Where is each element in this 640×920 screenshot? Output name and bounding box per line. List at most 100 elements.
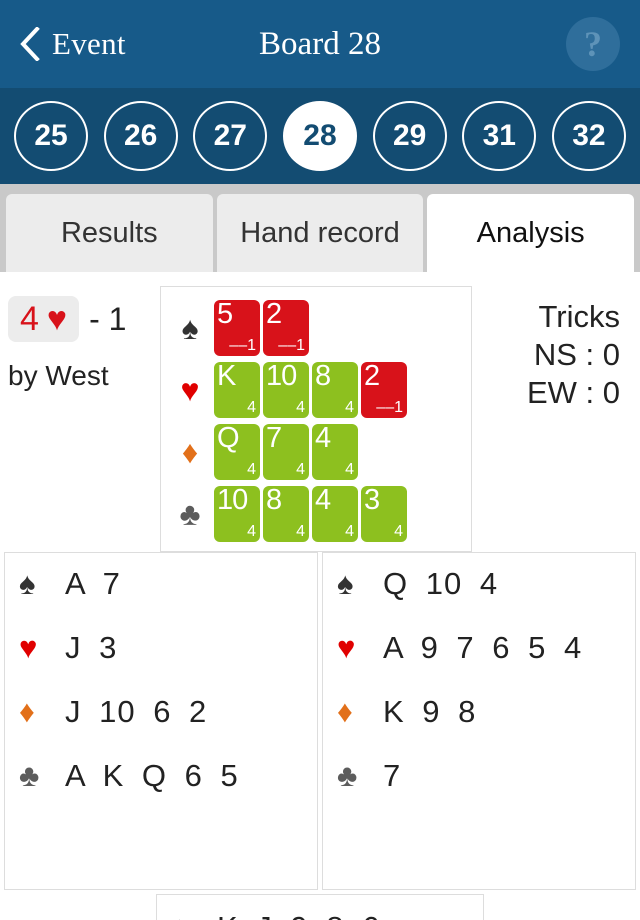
- card-trick-badge: 4: [247, 399, 256, 416]
- play-card[interactable]: 10 4: [214, 484, 260, 542]
- card-row-hearts: ♥ K 4 10 4 8 4 2 ––1: [169, 359, 463, 421]
- diamonds-icon: ♦: [181, 434, 199, 470]
- play-card[interactable]: 74: [263, 422, 309, 480]
- tab-hand-record[interactable]: Hand record: [216, 194, 424, 272]
- card-trick-badge: 4: [345, 461, 354, 478]
- card-rank: 4: [315, 422, 331, 454]
- hand-row-hearts: ♥ J 3: [19, 629, 307, 693]
- spades-icon: ♠: [181, 310, 199, 346]
- play-card[interactable]: 84: [312, 360, 358, 418]
- card-rank: 3: [364, 484, 380, 516]
- help-circle-icon[interactable]: ?: [566, 17, 620, 71]
- card-row-spades: ♠ 5 ––1 2 ––1: [169, 297, 463, 359]
- spades-icon: ♠: [337, 566, 354, 601]
- hearts-icon: ♥: [180, 372, 200, 408]
- hearts-icon: ♥: [46, 300, 68, 338]
- play-card[interactable]: K4: [214, 360, 260, 418]
- card-rank: Q: [217, 422, 240, 454]
- card-rank: 10: [217, 484, 248, 516]
- board-chip-29[interactable]: 29: [372, 101, 447, 171]
- analysis-summary-row: 4 ♥ - 1 by West ♠ 5 ––1 2 ––1 ♥ K 4 10 4 8 4 2 ––1 ♦ Q 4…: [0, 272, 640, 552]
- hearts-icon: ♥: [337, 630, 356, 665]
- diamonds-icon: ♦: [337, 694, 353, 729]
- clubs-icon: ♣: [179, 496, 201, 532]
- card-trick-badge: ––1: [229, 337, 256, 354]
- hand-card-list: 7: [383, 758, 402, 793]
- board-chip-27[interactable]: 27: [193, 101, 268, 171]
- play-card[interactable]: 5 ––1: [214, 298, 260, 356]
- spades-icon: ♠: [171, 909, 205, 920]
- hand-card-list: A 9 7 6 5 4: [383, 630, 583, 665]
- clubs-icon: ♣: [19, 758, 40, 793]
- play-card[interactable]: 2 ––1: [361, 360, 407, 418]
- spades-icon: ♠: [19, 566, 36, 601]
- card-row-diamonds: ♦ Q 4 7 4 4 4: [169, 421, 463, 483]
- chevron-left-icon: [20, 27, 40, 61]
- board-selector: 25 26 27 28 29 31 32: [0, 88, 640, 184]
- play-card[interactable]: 34: [361, 484, 407, 542]
- tricks-ns-value: NS : 0: [533, 336, 620, 372]
- tab-bar: Results Hand record Analysis: [0, 184, 640, 272]
- hand-row-diamonds: ♦ K 9 8: [337, 693, 625, 757]
- card-trick-badge: 4: [296, 461, 305, 478]
- diamonds-icon: ♦: [19, 694, 35, 729]
- play-card[interactable]: 10 4: [263, 360, 309, 418]
- hands-area: ♠ A 7 ♥ J 3 ♦ J 10 6 2 ♣ A K Q 6 5 ♠ Q 10 4 ♥ A 9 …: [0, 552, 640, 920]
- contract-chip[interactable]: 4 ♥: [8, 296, 80, 342]
- contract-result: - 1: [89, 300, 127, 337]
- card-trick-badge: 4: [247, 523, 256, 540]
- card-trick-badge: 4: [296, 523, 305, 540]
- hand-panel-south[interactable]: ♠ K J 9 8 6: [156, 894, 484, 920]
- card-rank: 10: [266, 360, 297, 392]
- hand-row-clubs: ♣ A K Q 6 5: [19, 757, 307, 821]
- hands-top-row: ♠ A 7 ♥ J 3 ♦ J 10 6 2 ♣ A K Q 6 5 ♠ Q 10 4 ♥ A 9 …: [0, 552, 640, 890]
- tricks-title: Tricks: [538, 299, 621, 334]
- tricks-block: Tricks NS : 0 EW : 0: [472, 286, 632, 411]
- board-chip-25[interactable]: 25: [14, 101, 88, 171]
- play-card[interactable]: 2 ––1: [263, 298, 309, 356]
- hand-card-list: K J 9 8 6: [217, 909, 380, 920]
- hand-row-hearts: ♥ A 9 7 6 5 4: [337, 629, 625, 693]
- hand-row-spades: ♠ Q 10 4: [337, 565, 625, 629]
- play-card[interactable]: 84: [263, 485, 309, 542]
- hand-card-list: K 9 8: [383, 694, 477, 729]
- play-card[interactable]: 44: [312, 422, 358, 480]
- analysis-card-grid: ♠ 5 ––1 2 ––1 ♥ K 4 10 4 8 4 2 ––1 ♦ Q 4 7 4 4 4 ♣ 10 4 8 4 4 4 3 4: [160, 286, 472, 552]
- hand-row-diamonds: ♦ J 10 6 2: [19, 693, 307, 757]
- contract-block: 4 ♥ - 1 by West: [8, 286, 160, 392]
- help-glyph: ?: [584, 24, 602, 64]
- hand-card-list: J 3: [65, 630, 118, 665]
- board-chip-32[interactable]: 32: [551, 101, 626, 171]
- hand-row-spades: ♠ A 7: [19, 565, 307, 629]
- card-trick-badge: 4: [247, 461, 256, 478]
- hearts-icon: ♥: [19, 630, 38, 665]
- board-chip-31[interactable]: 31: [462, 101, 537, 171]
- board-chip-28[interactable]: 28: [282, 101, 357, 171]
- card-rank: 5: [217, 298, 233, 330]
- card-rank: 7: [266, 422, 282, 454]
- card-rank: 2: [364, 360, 380, 392]
- app-header: Event Board 28 ?: [0, 0, 640, 88]
- card-trick-badge: ––1: [376, 399, 403, 416]
- hand-card-list: A 7: [65, 566, 121, 601]
- card-rank: K: [217, 360, 236, 392]
- card-rank: 8: [315, 360, 331, 392]
- declarer-label: by West: [8, 360, 109, 391]
- back-button[interactable]: Event: [20, 26, 126, 62]
- hand-panel-north[interactable]: ♠ Q 10 4 ♥ A 9 7 6 5 4 ♦ K 9 8 ♣ 7: [322, 552, 636, 890]
- tab-results[interactable]: Results: [6, 194, 213, 272]
- card-trick-badge: 4: [345, 399, 354, 416]
- play-card[interactable]: 44: [312, 485, 358, 542]
- board-chip-26[interactable]: 26: [103, 101, 178, 171]
- card-rank: 2: [266, 298, 282, 330]
- hand-row-spades: ♠ K J 9 8 6: [171, 909, 473, 920]
- back-label: Event: [52, 26, 126, 61]
- play-card[interactable]: Q4: [214, 422, 260, 480]
- hand-card-list: J 10 6 2: [65, 694, 208, 729]
- hand-row-clubs: ♣ 7: [337, 757, 625, 821]
- tab-analysis[interactable]: Analysis: [427, 194, 635, 272]
- hand-card-list: Q 10 4: [383, 566, 499, 601]
- hand-panel-west[interactable]: ♠ A 7 ♥ J 3 ♦ J 10 6 2 ♣ A K Q 6 5: [4, 552, 318, 890]
- card-trick-badge: 4: [345, 523, 354, 540]
- card-trick-badge: 4: [296, 399, 305, 416]
